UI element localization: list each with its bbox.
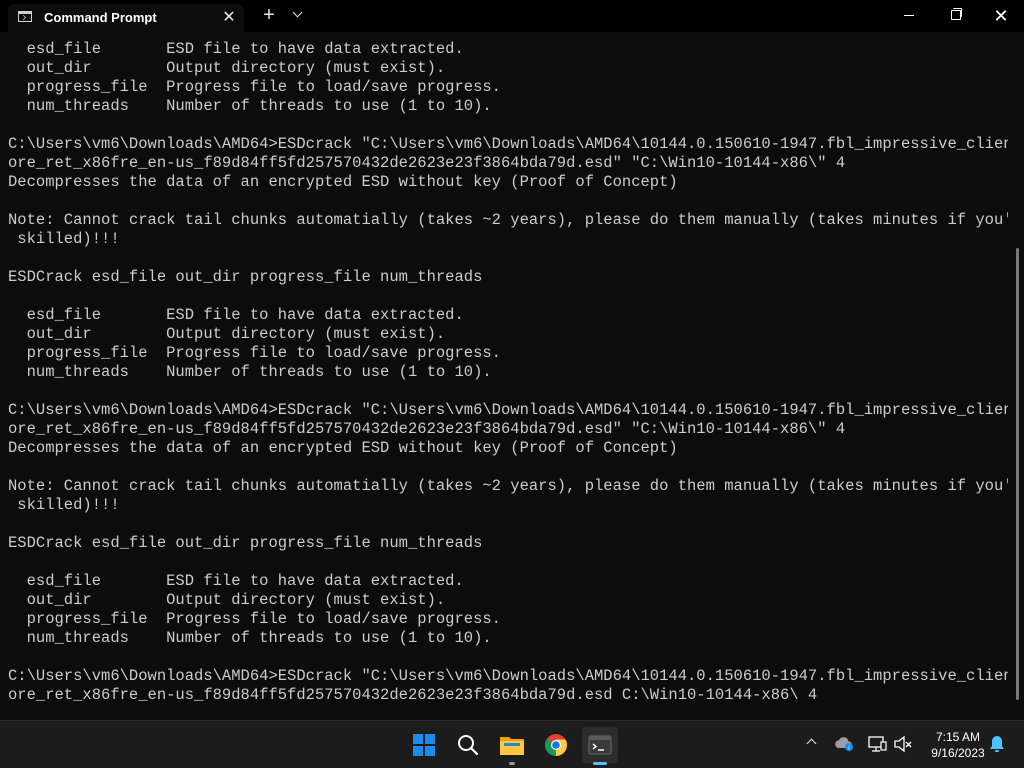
notifications-button[interactable] bbox=[986, 733, 1008, 755]
console-line: skilled)!!! bbox=[8, 496, 120, 514]
console-line: num_threads Number of threads to use (1 … bbox=[8, 97, 492, 115]
show-hidden-icons-button[interactable] bbox=[806, 737, 818, 749]
active-indicator bbox=[593, 762, 607, 765]
console-line: Decompresses the data of an encrypted ES… bbox=[8, 439, 678, 457]
close-icon: ✕ bbox=[993, 6, 1009, 26]
console-line: C:\Users\vm6\Downloads\AMD64>ESDcrack "C… bbox=[8, 401, 1008, 419]
terminal-icon bbox=[588, 735, 612, 755]
chrome-button[interactable] bbox=[538, 727, 574, 763]
start-button[interactable] bbox=[406, 727, 442, 763]
new-tab-button[interactable]: + bbox=[259, 5, 279, 25]
console-line: esd_file ESD file to have data extracted… bbox=[8, 306, 464, 324]
tab-command-prompt[interactable]: Command Prompt ✕ bbox=[8, 4, 244, 32]
taskbar: i 7:15 AM 9/16/2023 bbox=[0, 720, 1024, 768]
console-line: ore_ret_x86fre_en-us_f89d84ff5fd25757043… bbox=[8, 686, 818, 704]
console-line: Note: Cannot crack tail chunks automatia… bbox=[8, 477, 1008, 495]
file-explorer-button[interactable] bbox=[494, 727, 530, 765]
close-window-button[interactable]: ✕ bbox=[978, 0, 1024, 32]
console-line: ESDCrack esd_file out_dir progress_file … bbox=[8, 534, 483, 552]
console-output[interactable]: esd_file ESD file to have data extracted… bbox=[8, 40, 1008, 712]
console-line: Decompresses the data of an encrypted ES… bbox=[8, 173, 678, 191]
console-icon bbox=[18, 11, 32, 22]
search-icon bbox=[458, 735, 479, 756]
console-line: out_dir Output directory (must exist). bbox=[8, 325, 446, 343]
chrome-icon bbox=[545, 734, 567, 756]
windows-logo-icon bbox=[413, 734, 435, 756]
notification-bell-icon bbox=[990, 736, 1004, 752]
console-line: out_dir Output directory (must exist). bbox=[8, 59, 446, 77]
folder-icon bbox=[500, 737, 524, 755]
volume-button[interactable] bbox=[892, 733, 914, 755]
console-line: esd_file ESD file to have data extracted… bbox=[8, 40, 464, 58]
running-indicator bbox=[509, 762, 515, 765]
console-line: ESDCrack esd_file out_dir progress_file … bbox=[8, 268, 483, 286]
tab-title: Command Prompt bbox=[44, 10, 157, 25]
volume-muted-icon bbox=[894, 735, 912, 753]
onedrive-icon: i bbox=[835, 737, 853, 752]
maximize-button[interactable] bbox=[932, 0, 978, 32]
console-line: num_threads Number of threads to use (1 … bbox=[8, 629, 492, 647]
console-line: progress_file Progress file to load/save… bbox=[8, 610, 501, 628]
console-line: skilled)!!! bbox=[8, 230, 120, 248]
console-line: C:\Users\vm6\Downloads\AMD64>ESDcrack "C… bbox=[8, 667, 1008, 685]
console-line: ore_ret_x86fre_en-us_f89d84ff5fd25757043… bbox=[8, 420, 846, 438]
search-button[interactable] bbox=[450, 727, 486, 763]
plus-icon: + bbox=[263, 4, 275, 26]
tab-dropdown-button[interactable] bbox=[290, 7, 306, 23]
network-icon bbox=[868, 736, 887, 752]
console-scrollbar[interactable] bbox=[1016, 248, 1019, 700]
terminal-button[interactable] bbox=[582, 727, 618, 765]
console-line: out_dir Output directory (must exist). bbox=[8, 591, 446, 609]
svg-text:i: i bbox=[848, 746, 849, 752]
minimize-button[interactable] bbox=[886, 0, 932, 32]
console-line: C:\Users\vm6\Downloads\AMD64>ESDcrack "C… bbox=[8, 135, 1008, 153]
console-line: ore_ret_x86fre_en-us_f89d84ff5fd25757043… bbox=[8, 154, 846, 172]
console-line: esd_file ESD file to have data extracted… bbox=[8, 572, 464, 590]
close-tab-button[interactable]: ✕ bbox=[220, 9, 238, 27]
network-button[interactable] bbox=[866, 733, 888, 755]
console-line: num_threads Number of threads to use (1 … bbox=[8, 363, 492, 381]
console-line: progress_file Progress file to load/save… bbox=[8, 78, 501, 96]
close-icon: ✕ bbox=[222, 9, 236, 26]
title-bar[interactable]: Command Prompt ✕ + ✕ bbox=[0, 0, 1024, 32]
console-line: progress_file Progress file to load/save… bbox=[8, 344, 501, 362]
console-line: Note: Cannot crack tail chunks automatia… bbox=[8, 211, 1008, 229]
onedrive-button[interactable]: i bbox=[834, 733, 856, 755]
